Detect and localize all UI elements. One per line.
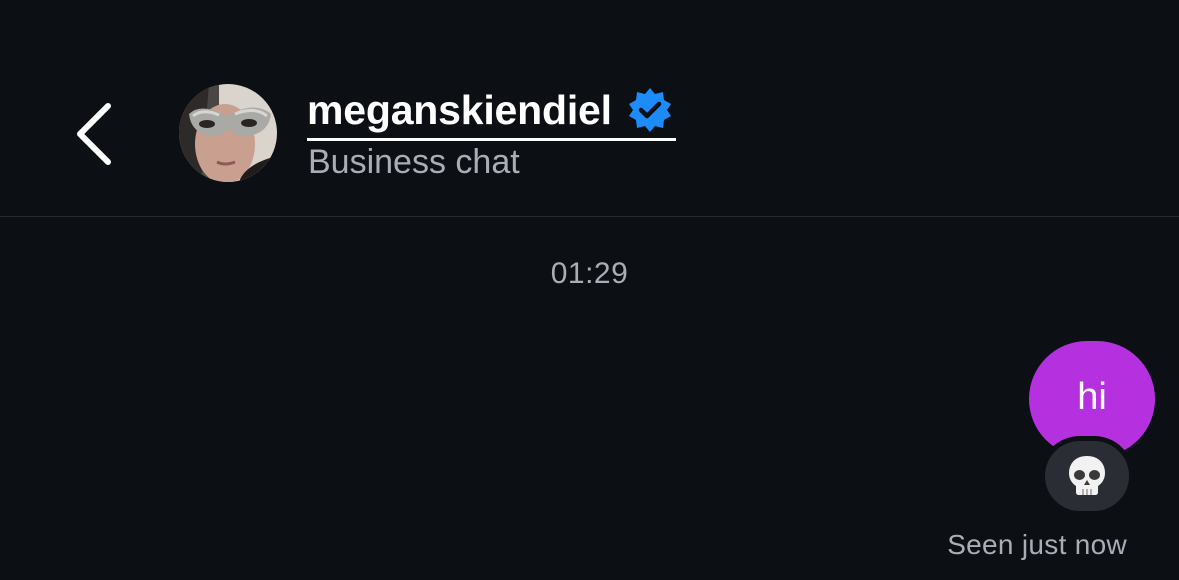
chat-header: meganskiendiel Business chat (0, 0, 1179, 217)
avatar[interactable] (179, 84, 277, 182)
message-timestamp: 01:29 (550, 257, 629, 290)
chat-subtitle: Business chat (308, 143, 520, 181)
skull-emoji-icon (1069, 456, 1105, 495)
message-text: hi (1077, 376, 1107, 418)
message-reaction[interactable] (1040, 436, 1134, 516)
back-button[interactable] (70, 98, 122, 170)
chat-screen: meganskiendiel Business chat 01:29 hi Se… (0, 0, 1179, 580)
profile-link[interactable]: meganskiendiel (307, 82, 676, 141)
seen-status: Seen just now (947, 529, 1127, 560)
chevron-left-icon (77, 103, 111, 165)
verified-badge-icon (628, 88, 671, 132)
username: meganskiendiel (307, 86, 612, 133)
profile-photo (179, 84, 277, 182)
